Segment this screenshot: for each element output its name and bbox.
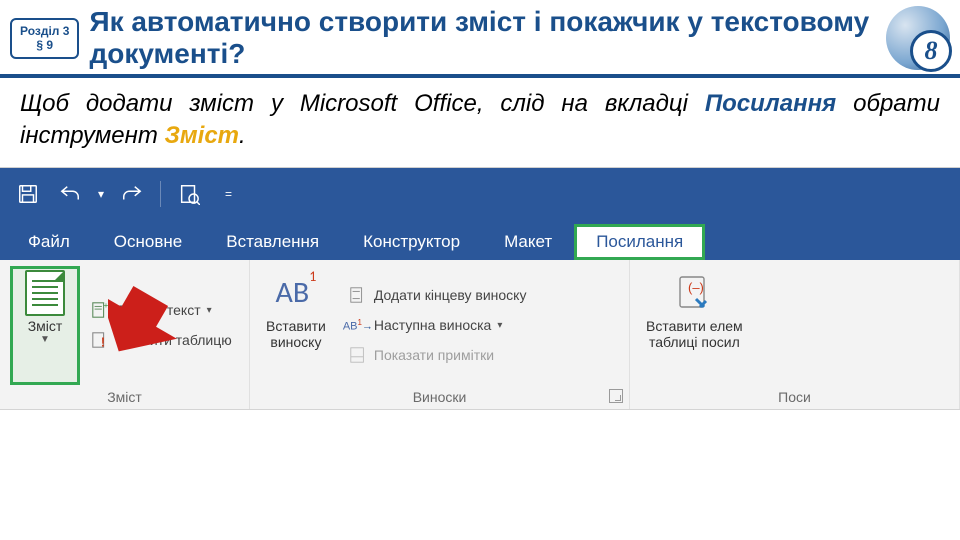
intro-product: Microsoft Office bbox=[300, 90, 477, 117]
dialog-launcher-icon[interactable] bbox=[609, 389, 623, 403]
tab-layout[interactable]: Макет bbox=[482, 224, 574, 260]
intro-text: , слід на вкладці bbox=[477, 90, 705, 117]
toc-doc-icon bbox=[22, 270, 68, 316]
intro-text: . bbox=[239, 122, 246, 149]
group-label-toc: Зміст bbox=[10, 385, 239, 405]
next-footnote-button[interactable]: AB1→ Наступна виноска ▾ bbox=[346, 313, 529, 337]
chevron-down-icon: ▾ bbox=[497, 320, 502, 331]
ribbon-tabs: Файл Основне Вставлення Конструктор Маке… bbox=[0, 220, 960, 260]
save-icon[interactable] bbox=[14, 180, 42, 208]
quick-access-toolbar: ▾ = bbox=[0, 168, 960, 220]
undo-icon[interactable] bbox=[56, 180, 84, 208]
next-footnote-icon: AB1→ bbox=[348, 315, 368, 335]
group-label-footnotes: Виноски bbox=[260, 385, 619, 405]
toc-button-label: Зміст bbox=[28, 318, 63, 334]
citation-icon: (–) bbox=[671, 270, 717, 316]
insert-endnote-button[interactable]: Додати кінцеву виноску bbox=[346, 283, 529, 307]
intro-tool-name: Зміст bbox=[164, 122, 239, 149]
page-title: Як автоматично створити зміст і покажчик… bbox=[89, 6, 876, 70]
chapter-badge: Розділ 3 § 9 bbox=[10, 18, 79, 59]
ab-text: AB bbox=[276, 274, 310, 311]
tab-label: Макет bbox=[504, 232, 552, 251]
footnote-icon: AB1 bbox=[273, 270, 319, 316]
group-footnotes: AB1 Вставитивиноску Додати кінцеву винос… bbox=[250, 260, 630, 409]
tab-label: Основне bbox=[114, 232, 182, 251]
group-citations: (–) Вставити елемтаблиці посил Поси bbox=[630, 260, 960, 409]
undo-dropdown-icon[interactable]: ▾ bbox=[98, 187, 104, 201]
insert-citation-button[interactable]: (–) Вставити елемтаблиці посил bbox=[640, 266, 749, 385]
ab-sup: 1 bbox=[309, 268, 316, 285]
show-notes-button[interactable]: Показати примітки bbox=[346, 343, 529, 367]
tab-label: Конструктор bbox=[363, 232, 460, 251]
grade-number: 8 bbox=[910, 30, 952, 72]
grade-badge: 8 bbox=[886, 6, 950, 70]
next-footnote-label: Наступна виноска bbox=[374, 317, 491, 333]
show-notes-label: Показати примітки bbox=[374, 347, 494, 363]
chevron-down-icon: ▾ bbox=[207, 305, 212, 316]
tab-design[interactable]: Конструктор bbox=[341, 224, 482, 260]
intro-tab-name: Посилання bbox=[705, 90, 836, 117]
tab-references[interactable]: Посилання bbox=[574, 224, 705, 260]
citation-l1: Вставити елем bbox=[646, 318, 743, 334]
chevron-down-icon: ▼ bbox=[40, 334, 50, 345]
tab-insert[interactable]: Вставлення bbox=[204, 224, 341, 260]
tab-label: Файл bbox=[28, 232, 70, 251]
add-text-icon: + bbox=[90, 300, 110, 320]
svg-text:!: ! bbox=[101, 336, 105, 350]
tab-label: Посилання bbox=[596, 232, 683, 251]
endnote-icon bbox=[348, 285, 368, 305]
toc-button[interactable]: Зміст ▼ bbox=[10, 266, 80, 385]
chapter-text: Розділ 3 bbox=[20, 24, 69, 38]
redo-icon[interactable] bbox=[118, 180, 146, 208]
update-icon: ! bbox=[90, 330, 110, 350]
tab-file[interactable]: Файл bbox=[6, 224, 92, 260]
qat-separator bbox=[160, 181, 161, 207]
endnote-label: Додати кінцеву виноску bbox=[374, 287, 527, 303]
insert-footnote-button[interactable]: AB1 Вставитивиноску bbox=[260, 266, 332, 385]
tab-label: Вставлення bbox=[226, 232, 319, 251]
intro-paragraph: Щоб додати зміст у Microsoft Office, слі… bbox=[0, 78, 960, 164]
slide-header: Розділ 3 § 9 Як автоматично створити змі… bbox=[0, 0, 960, 78]
insert-footnote-l1: Вставити bbox=[266, 318, 326, 334]
group-label-citations: Поси bbox=[640, 385, 949, 405]
tab-home[interactable]: Основне bbox=[92, 224, 204, 260]
section-text: § 9 bbox=[20, 38, 69, 52]
qat-customize-icon[interactable]: = bbox=[225, 187, 232, 201]
intro-text: Щоб додати зміст у bbox=[20, 90, 300, 117]
citation-l2: таблиці посил bbox=[649, 334, 740, 350]
open-icon[interactable] bbox=[175, 180, 203, 208]
svg-text:(–): (–) bbox=[688, 280, 704, 295]
insert-footnote-l2: виноску bbox=[270, 334, 321, 350]
show-notes-icon bbox=[348, 345, 368, 365]
